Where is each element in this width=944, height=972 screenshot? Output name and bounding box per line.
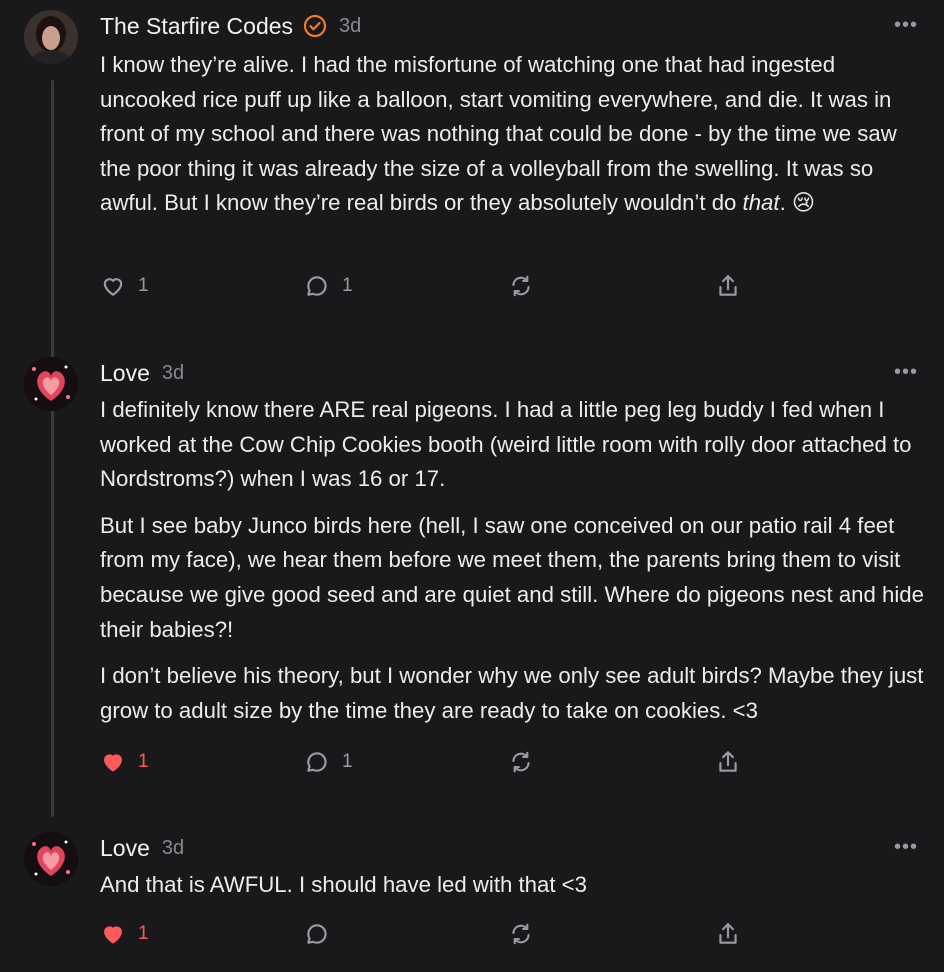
comment-text: And that is AWFUL. I should have led wit… xyxy=(100,872,587,897)
share-button[interactable] xyxy=(715,271,741,301)
comment-icon xyxy=(307,276,327,296)
like-count: 1 xyxy=(138,275,149,296)
restack-button[interactable] xyxy=(508,747,534,777)
share-button[interactable] xyxy=(715,747,741,777)
like-button[interactable]: 1 xyxy=(100,919,149,949)
like-button[interactable]: 1 xyxy=(100,271,149,301)
reply-button[interactable]: 1 xyxy=(304,271,353,301)
verified-icon xyxy=(303,14,327,38)
restack-button[interactable] xyxy=(508,919,534,949)
reply-count: 1 xyxy=(342,275,353,296)
share-button[interactable] xyxy=(715,919,741,949)
timestamp[interactable]: 3d xyxy=(162,837,184,860)
restack-icon xyxy=(512,275,530,297)
restack-button[interactable] xyxy=(508,271,534,301)
comment-icon xyxy=(307,924,327,944)
share-icon xyxy=(719,751,737,772)
reply-button[interactable] xyxy=(304,919,330,949)
more-icon[interactable]: ••• xyxy=(894,837,918,857)
comment-icon xyxy=(307,752,327,772)
heart-icon xyxy=(104,754,122,772)
share-icon xyxy=(719,275,737,296)
avatar[interactable] xyxy=(24,10,78,64)
comment-text: I know they’re alive. I had the misfortu… xyxy=(100,52,897,216)
comment-text: I don’t believe his theory, but I wonder… xyxy=(100,663,924,723)
author-name[interactable]: Love xyxy=(100,360,150,387)
like-count: 1 xyxy=(138,751,149,772)
restack-icon xyxy=(512,751,530,773)
comment-text: I definitely know there ARE real pigeons… xyxy=(100,397,912,492)
reply-count: 1 xyxy=(342,751,353,772)
author-name[interactable]: The Starfire Codes xyxy=(100,13,293,40)
restack-icon xyxy=(512,923,530,945)
thread-line xyxy=(51,80,54,817)
heart-icon xyxy=(103,278,123,296)
like-count: 1 xyxy=(138,923,149,944)
avatar[interactable] xyxy=(24,357,78,411)
timestamp[interactable]: 3d xyxy=(339,15,361,38)
timestamp[interactable]: 3d xyxy=(162,362,184,385)
heart-icon xyxy=(104,926,122,944)
reply-button[interactable]: 1 xyxy=(304,747,353,777)
avatar[interactable] xyxy=(24,832,78,886)
share-icon xyxy=(719,923,737,944)
more-icon[interactable]: ••• xyxy=(894,15,918,35)
like-button[interactable]: 1 xyxy=(100,747,149,777)
comment-text: But I see baby Junco birds here (hell, I… xyxy=(100,512,924,642)
more-icon[interactable]: ••• xyxy=(894,362,918,382)
author-name[interactable]: Love xyxy=(100,835,150,862)
